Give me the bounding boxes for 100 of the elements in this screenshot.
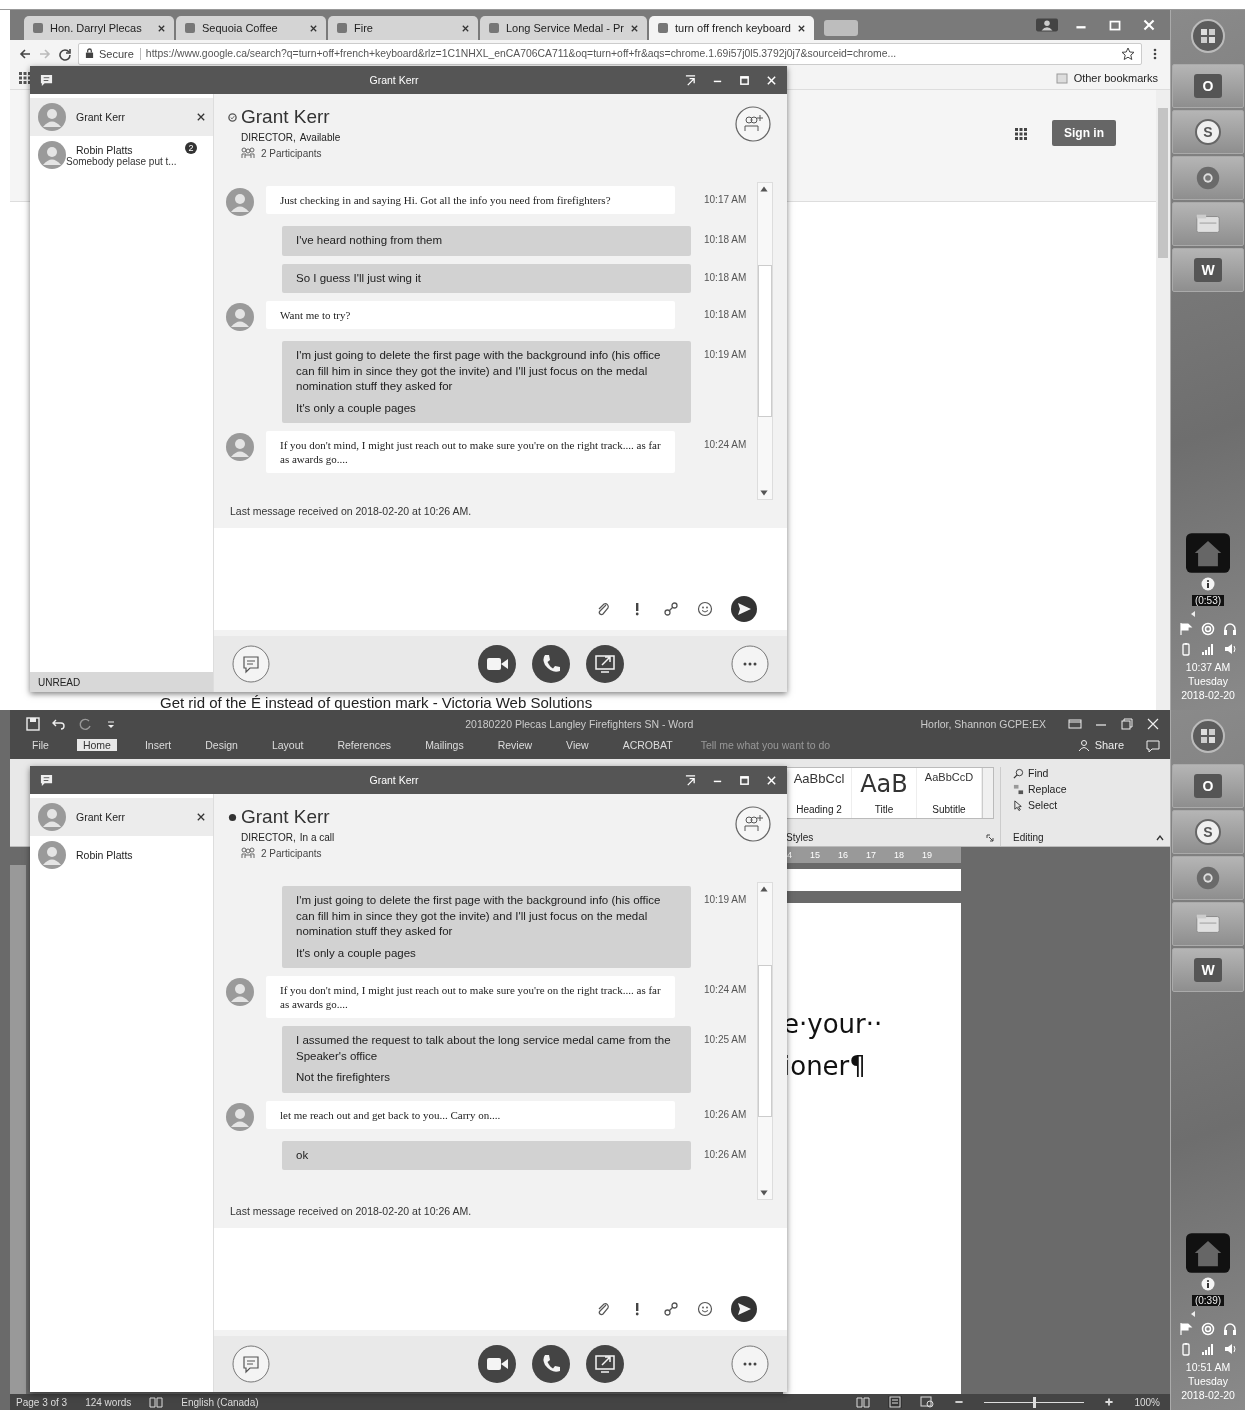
close-tab-icon[interactable] — [309, 23, 318, 33]
emoji-icon[interactable] — [697, 1301, 713, 1317]
start-orb-icon[interactable] — [1190, 18, 1226, 54]
editing-command[interactable]: Select — [1013, 799, 1164, 811]
print-layout-icon[interactable] — [888, 1396, 903, 1408]
browser-tab[interactable]: Long Service Medal - Pr — [480, 16, 647, 40]
sign-in-button[interactable]: Sign in — [1052, 120, 1116, 146]
flag-icon[interactable] — [1179, 622, 1193, 636]
close-icon[interactable] — [197, 813, 205, 821]
browser-tab[interactable]: Hon. Darryl Plecas — [24, 16, 174, 40]
link-icon[interactable] — [663, 1301, 679, 1317]
zoom-slider-thumb[interactable] — [1033, 1396, 1037, 1408]
restore-icon[interactable] — [1120, 717, 1134, 731]
flag-icon[interactable] — [1179, 1322, 1193, 1336]
language[interactable]: English (Canada) — [181, 1396, 259, 1408]
speaker-icon[interactable] — [1223, 642, 1237, 656]
participants-count[interactable]: 2 Participants — [261, 847, 322, 859]
save-icon[interactable] — [26, 717, 40, 731]
ribbon-tab[interactable]: File — [26, 739, 55, 751]
pop-out-icon[interactable] — [685, 74, 696, 86]
swirl-icon[interactable] — [1201, 622, 1215, 636]
clock[interactable]: 10:51 AM Tuesday 2018-02-20 — [1181, 1360, 1235, 1402]
bookmark-star-icon[interactable] — [1121, 46, 1135, 61]
clock[interactable]: 10:37 AM Tuesday 2018-02-20 — [1181, 660, 1235, 702]
taskbar-app-button[interactable]: O — [1172, 764, 1244, 808]
pop-out-icon[interactable] — [685, 774, 696, 786]
browser-tab[interactable]: turn off french keyboard — [649, 16, 814, 40]
house-icon[interactable] — [1186, 1233, 1230, 1273]
add-people-button[interactable] — [735, 806, 771, 842]
redo-icon[interactable] — [78, 717, 92, 731]
headset-icon[interactable] — [1223, 1322, 1237, 1336]
taskbar-app-button[interactable]: S — [1172, 110, 1244, 154]
apps-grid-icon[interactable] — [1014, 127, 1028, 141]
account-name[interactable]: Horlor, Shannon GCPE:EX — [920, 718, 1046, 730]
message-input-field[interactable] — [214, 1228, 787, 1330]
editing-command[interactable]: Find — [1013, 767, 1164, 779]
collapse-ribbon-icon[interactable] — [1156, 833, 1164, 842]
signal-icon[interactable] — [1201, 642, 1215, 656]
phone-call-button[interactable] — [531, 645, 570, 683]
proofing-book-icon[interactable] — [149, 1396, 164, 1408]
add-people-button[interactable] — [735, 106, 771, 142]
taskbar-app-button[interactable]: S — [1172, 810, 1244, 854]
close-icon[interactable] — [197, 113, 205, 121]
close-tab-icon[interactable] — [797, 23, 806, 33]
reload-icon[interactable] — [58, 46, 72, 61]
editing-command[interactable]: Replace — [1013, 783, 1164, 795]
start-orb-icon[interactable] — [1190, 718, 1226, 754]
maximize-icon[interactable] — [739, 774, 750, 786]
back-arrow-icon[interactable] — [18, 46, 32, 61]
conversation-button[interactable] — [232, 1345, 270, 1383]
ribbon-tab[interactable]: References — [331, 739, 398, 751]
page-scrollbar[interactable] — [1156, 90, 1170, 710]
maximize-icon[interactable] — [739, 74, 750, 86]
web-layout-icon[interactable] — [920, 1396, 935, 1408]
headset-icon[interactable] — [1223, 622, 1237, 636]
close-tab-icon[interactable] — [630, 23, 639, 33]
house-icon[interactable] — [1186, 533, 1230, 573]
scrollbar[interactable] — [757, 182, 773, 500]
taskbar-app-button[interactable]: W — [1172, 948, 1244, 992]
taskbar-app-button[interactable]: O — [1172, 64, 1244, 108]
share-screen-button[interactable] — [585, 645, 624, 683]
taskbar-app-button[interactable]: W — [1172, 248, 1244, 292]
word-count[interactable]: 124 words — [85, 1396, 132, 1408]
speaker-icon[interactable] — [1223, 1342, 1237, 1356]
comments-icon[interactable] — [1146, 739, 1160, 753]
zoom-level[interactable]: 100% — [1134, 1396, 1160, 1408]
conversation-button[interactable] — [232, 645, 270, 683]
ribbon-tab[interactable]: View — [560, 739, 595, 751]
more-options-button[interactable] — [731, 645, 769, 683]
conversation-item[interactable]: Grant Kerr — [30, 98, 213, 136]
taskbar-app-button[interactable] — [1172, 856, 1244, 900]
video-call-button[interactable] — [477, 645, 516, 683]
link-icon[interactable] — [663, 601, 679, 617]
close-tab-icon[interactable] — [157, 23, 166, 33]
browser-tab[interactable]: Fire — [328, 16, 478, 40]
conversation-item[interactable]: Grant Kerr — [30, 798, 213, 836]
ribbon-tab[interactable]: Layout — [265, 739, 310, 751]
swirl-icon[interactable] — [1201, 1322, 1215, 1336]
send-button[interactable] — [731, 596, 757, 622]
share-screen-button[interactable] — [585, 1345, 624, 1383]
scrollbar[interactable] — [757, 882, 773, 1200]
dialog-launcher-icon[interactable] — [986, 833, 994, 842]
styles-gallery[interactable]: AaBbCcl Heading 2 AaB Title AaBbCcD Subtitle — [786, 767, 994, 819]
profile-icon[interactable] — [1036, 17, 1058, 33]
page-count[interactable]: Page 3 of 3 — [16, 1396, 68, 1408]
ribbon-tab[interactable]: Design — [199, 739, 244, 751]
signal-icon[interactable] — [1201, 1342, 1215, 1356]
participants-count[interactable]: 2 Participants — [261, 147, 322, 159]
show-hidden-icons-arrow-icon[interactable] — [1189, 1310, 1197, 1318]
other-bookmarks-link[interactable]: Other bookmarks — [1073, 72, 1158, 84]
ribbon-tab[interactable]: Insert — [138, 739, 178, 751]
undo-icon[interactable] — [52, 717, 66, 731]
emoji-icon[interactable] — [697, 601, 713, 617]
address-bar[interactable]: Secure https://www.google.ca/search?q=turn+off+french+keyboard&rlz=1C1NHXL_enCA706CA711&oq=turn+off+fr&aqs=chrome.1.69i57j0l5.3792j0j7&sourceid=chrome... — [78, 42, 1142, 65]
conversation-item[interactable]: Robin Platts — [30, 836, 213, 874]
read-mode-icon[interactable] — [856, 1396, 871, 1408]
style-option[interactable]: AaB Title — [852, 768, 917, 818]
show-hidden-icons-arrow-icon[interactable] — [1189, 610, 1197, 618]
more-options-button[interactable] — [731, 1345, 769, 1383]
conversation-item[interactable]: Robin Platts Somebody pelase put t... 2 — [30, 136, 213, 174]
